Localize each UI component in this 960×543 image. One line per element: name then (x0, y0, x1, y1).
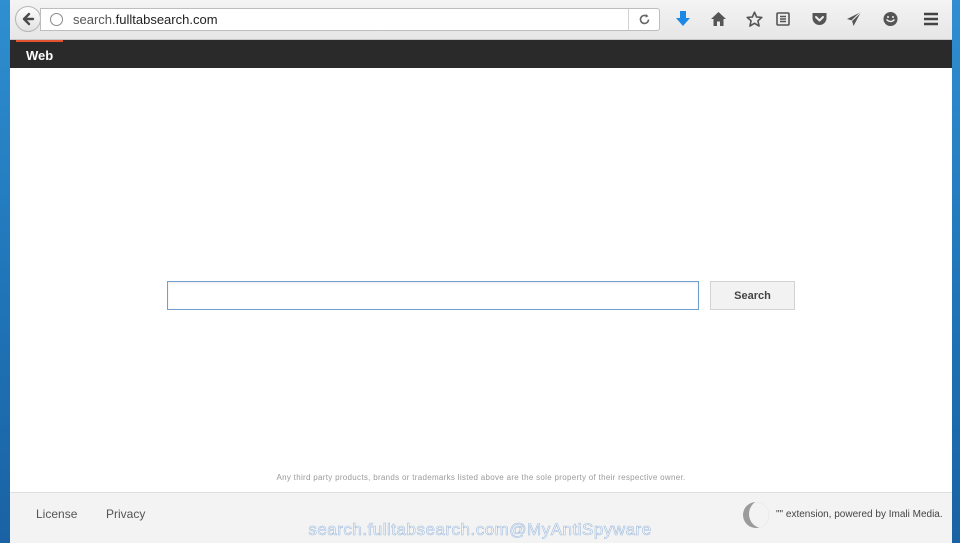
globe-icon (50, 13, 63, 26)
privacy-link[interactable]: Privacy (106, 507, 145, 521)
downloads-button[interactable] (672, 8, 694, 30)
url-prefix: search. (73, 12, 116, 27)
site-navbar: Web (10, 40, 952, 68)
download-arrow-icon (676, 11, 690, 26)
browser-window: search.fulltabsearch.com Web Search Any … (10, 0, 952, 543)
browser-toolbar: search.fulltabsearch.com (10, 0, 952, 40)
search-button[interactable]: Search (710, 281, 795, 310)
powered-by-text: "" extension, powered by Imali Media. (776, 509, 943, 520)
send-icon (847, 11, 862, 26)
reload-icon (639, 14, 649, 25)
chat-button[interactable] (879, 8, 901, 30)
home-button[interactable] (707, 8, 729, 30)
license-link[interactable]: License (36, 507, 77, 521)
arrow-left-icon (22, 12, 35, 26)
menu-button[interactable] (920, 8, 942, 30)
bookmark-star-button[interactable] (743, 8, 765, 30)
search-input[interactable] (167, 281, 699, 310)
reading-list-button[interactable] (772, 8, 794, 30)
send-button[interactable] (843, 8, 865, 30)
home-icon (710, 12, 726, 26)
address-bar[interactable]: search.fulltabsearch.com (40, 8, 660, 31)
watermark-text: search.fulltabsearch.com@MyAntiSpyware (308, 520, 652, 540)
tab-web[interactable]: Web (16, 40, 64, 68)
hamburger-icon (924, 12, 938, 26)
disclaimer-text: Any third party products, brands or trad… (276, 473, 686, 482)
reading-list-icon (776, 12, 790, 26)
url-text[interactable]: search.fulltabsearch.com (73, 12, 218, 27)
pocket-icon (812, 13, 826, 25)
reload-button[interactable] (628, 9, 659, 30)
chat-icon (883, 11, 897, 26)
back-button[interactable] (15, 6, 41, 32)
star-icon (745, 10, 763, 27)
url-host: fulltabsearch.com (115, 12, 218, 27)
pocket-button[interactable] (808, 8, 830, 30)
